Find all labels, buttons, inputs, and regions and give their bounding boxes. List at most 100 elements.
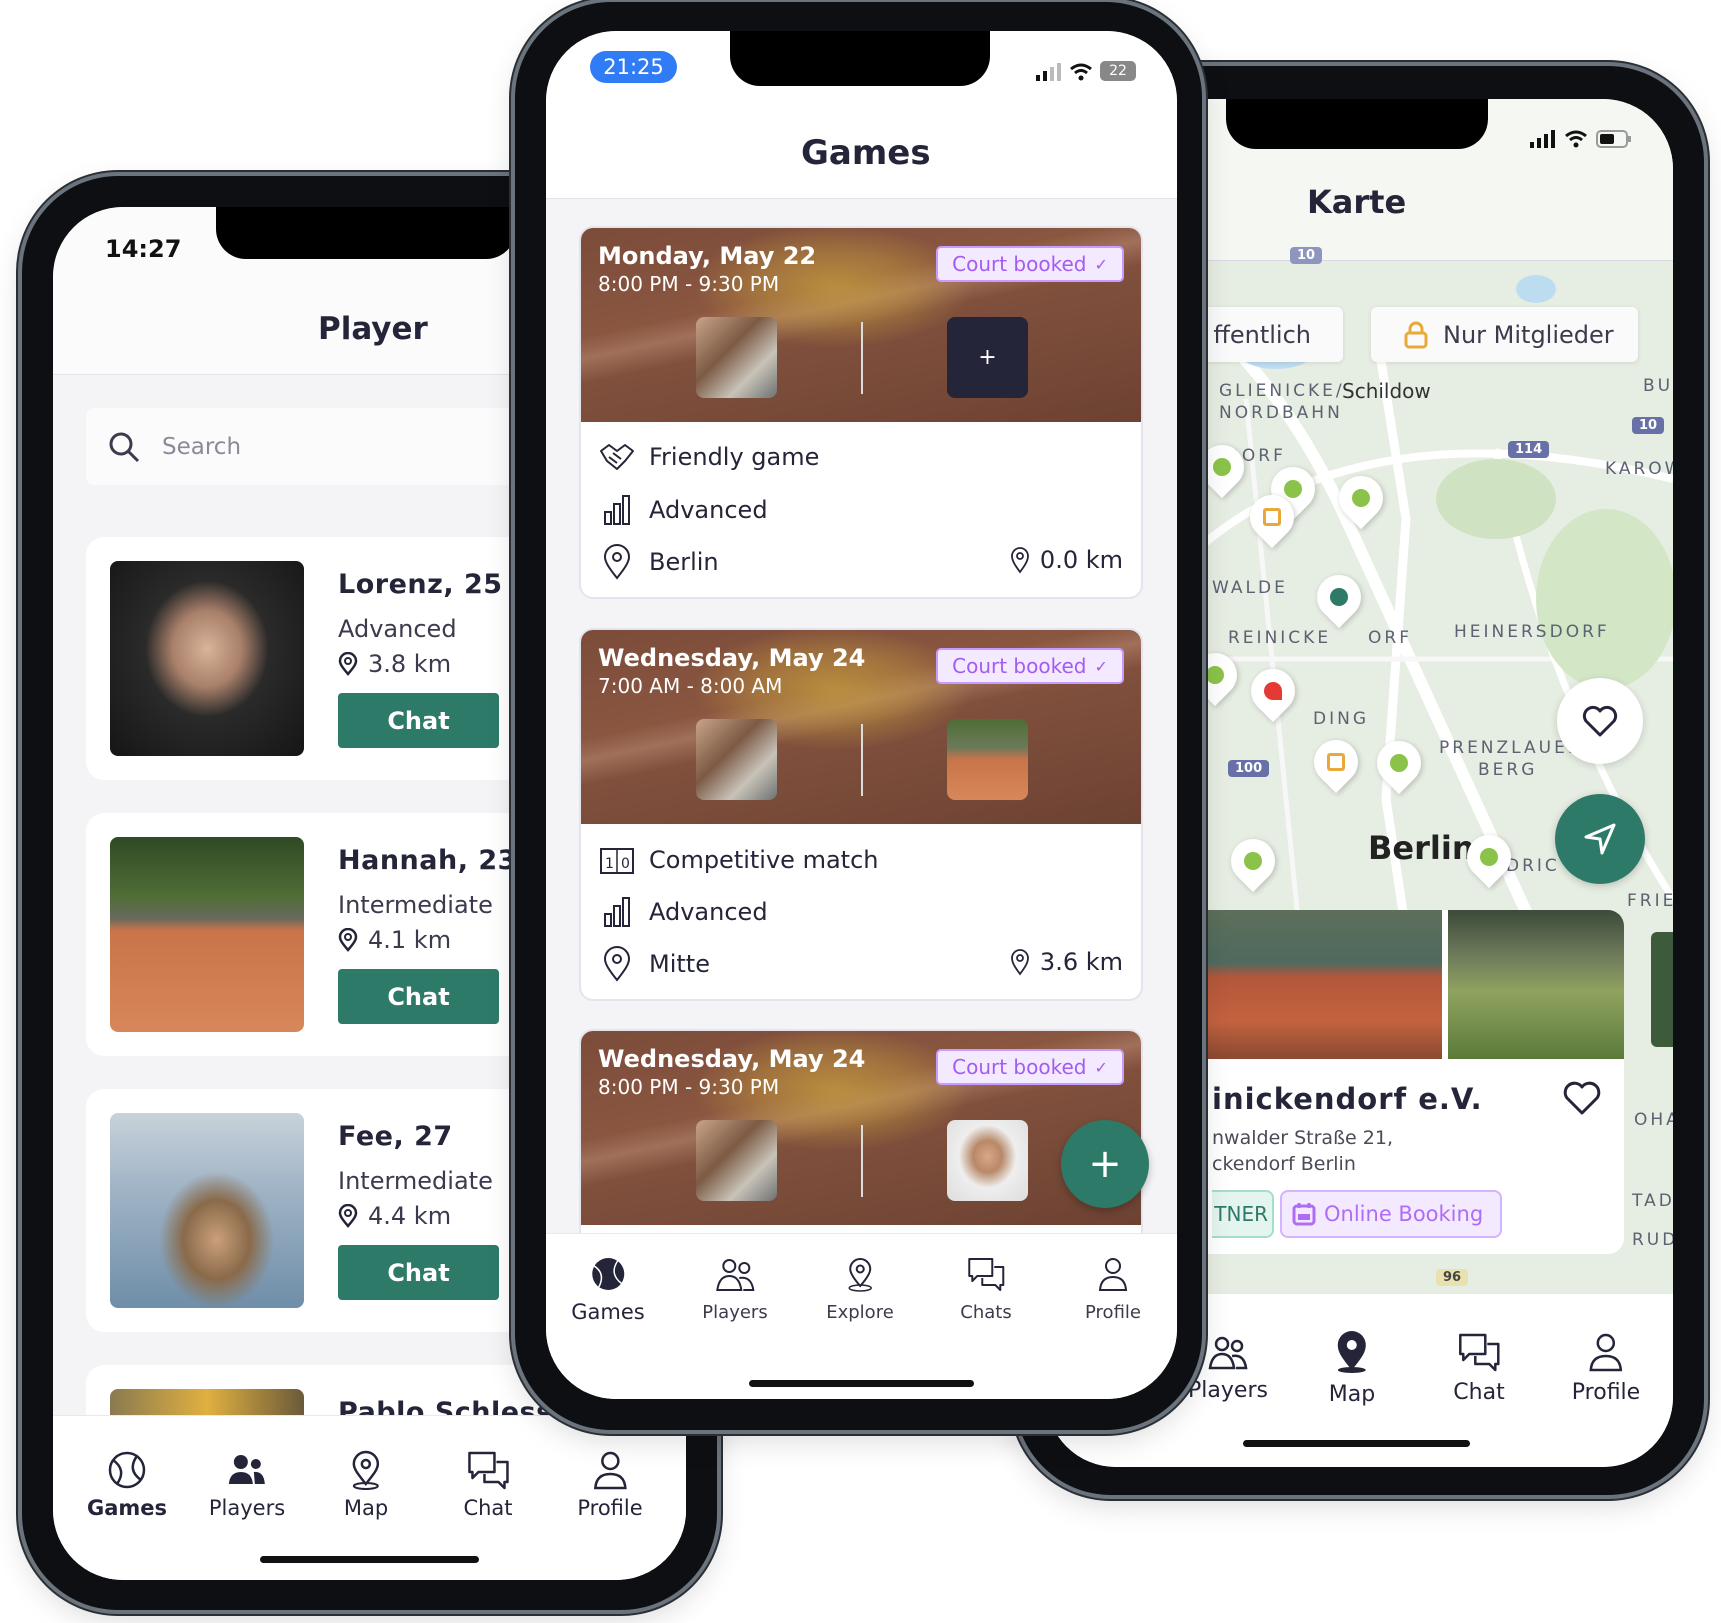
game-card-banner: Monday, May 22 8:00 PM - 9:30 PM Court b… [581, 228, 1141, 422]
player-avatar[interactable] [696, 1120, 777, 1201]
tab-label: Chat [1453, 1380, 1505, 1405]
tab-label: Chat [463, 1496, 513, 1520]
chat-button[interactable]: Chat [338, 693, 499, 748]
game-type: Friendly game [649, 443, 820, 471]
game-date: Monday, May 22 [598, 242, 817, 270]
tab-games[interactable]: Games [571, 1256, 645, 1324]
court-booked-badge: Court booked ✓ [936, 1049, 1124, 1085]
tab-label: Map [343, 1496, 389, 1520]
notch [216, 207, 516, 259]
map-title: Karte [1307, 183, 1407, 221]
user-icon [1589, 1333, 1623, 1372]
game-card[interactable]: Monday, May 22 8:00 PM - 9:30 PM Court b… [579, 226, 1143, 599]
tab-label: Games [571, 1300, 645, 1324]
heart-icon [1563, 1081, 1601, 1115]
club-photo-grass-court [1448, 910, 1624, 1059]
locate-me-button[interactable] [1555, 794, 1645, 884]
distance-value: 4.4 km [368, 1202, 452, 1230]
player-distance: 4.4 km [338, 1202, 451, 1230]
tab-label: Games [86, 1496, 168, 1520]
game-location: Mitte [649, 950, 710, 978]
tab-map[interactable]: Map [1329, 1330, 1375, 1407]
location-pin-icon [1011, 949, 1029, 976]
tab-chat[interactable]: Chat [1453, 1332, 1505, 1405]
badge-label: Court booked [952, 654, 1087, 678]
tab-label: Chats [960, 1302, 1012, 1323]
location-pin-icon [338, 928, 358, 952]
game-card-banner: Wednesday, May 24 7:00 AM - 8:00 AM Cour… [581, 630, 1141, 824]
player-avatar[interactable] [947, 719, 1028, 800]
distance-value: 3.6 km [1039, 948, 1123, 976]
tab-profile[interactable]: Profile [577, 1450, 643, 1520]
chat-icon [1458, 1333, 1500, 1372]
status-time: 14:27 [105, 235, 182, 263]
map-label-berlin: Berlin [1368, 829, 1475, 867]
location-pin-icon [338, 1204, 358, 1228]
player-name: Fee, 27 [338, 1121, 453, 1152]
tab-profile[interactable]: Profile [1085, 1256, 1141, 1323]
level-bars-icon [604, 495, 630, 525]
status-bar-icons: 22 [1036, 61, 1136, 81]
location-pin-icon [603, 946, 631, 982]
player-avatar[interactable] [696, 317, 777, 398]
map-label: REINICKE [1228, 628, 1332, 648]
page-title: Player [318, 311, 428, 347]
game-date: Wednesday, May 24 [598, 1045, 866, 1073]
favorite-icon[interactable] [1562, 1080, 1602, 1120]
game-type-row: 1 0 Competitive match [599, 845, 878, 875]
location-pin-icon [1011, 547, 1029, 574]
player-avatar[interactable] [947, 1120, 1028, 1201]
chat-button[interactable]: Chat [338, 1245, 499, 1300]
partner-tag: TNER [1212, 1190, 1274, 1238]
game-type: Competitive match [649, 846, 879, 874]
player-photo [110, 837, 304, 1032]
join-slot-button[interactable]: + [947, 317, 1028, 398]
scoreboard-icon: 10 [600, 848, 634, 874]
svg-text:1: 1 [605, 856, 614, 872]
battery-icon [1596, 130, 1631, 148]
game-location: Berlin [649, 548, 719, 576]
location-pin-icon [603, 544, 631, 580]
court-booked-badge: Court booked ✓ [936, 648, 1124, 684]
game-time: 8:00 PM - 9:30 PM [598, 1075, 780, 1099]
tab-chats[interactable]: Chats [960, 1256, 1012, 1323]
distance-value: 0.0 km [1039, 546, 1123, 574]
tab-label: Profile [1571, 1380, 1641, 1405]
game-date: Wednesday, May 24 [598, 644, 866, 672]
favorite-filter-button[interactable] [1557, 678, 1643, 764]
users-icon [1208, 1336, 1248, 1370]
player-avatar[interactable] [696, 719, 777, 800]
green-dot-icon [1390, 754, 1408, 772]
lock-icon [1404, 321, 1428, 348]
map-label: WALDE [1212, 578, 1288, 598]
game-time: 7:00 AM - 8:00 AM [598, 674, 783, 698]
tab-label: Players [702, 1302, 768, 1323]
next-club-card-peek[interactable] [1651, 932, 1673, 1047]
tab-profile[interactable]: Profile [1572, 1332, 1640, 1405]
player-photo [110, 561, 304, 756]
distance-value: 4.1 km [368, 926, 452, 954]
map-label: GLIENICKE/ [1219, 381, 1345, 401]
game-type-row: Friendly game [599, 443, 819, 471]
create-game-fab[interactable]: + [1061, 1120, 1149, 1208]
search-icon [109, 432, 140, 462]
tab-map[interactable]: Map [344, 1450, 388, 1520]
game-card[interactable]: Wednesday, May 24 7:00 AM - 8:00 AM Cour… [579, 628, 1143, 1001]
lock-icon [1327, 753, 1345, 771]
tab-games[interactable]: Games [87, 1450, 167, 1520]
tab-players[interactable]: Players [209, 1450, 285, 1520]
tab-explore[interactable]: Explore [826, 1256, 894, 1323]
player-name: Hannah, 23 [338, 845, 517, 876]
tab-label: Players [1188, 1378, 1268, 1403]
map-label: Schildow [1342, 379, 1431, 403]
partner-tag-label: TNER [1214, 1202, 1268, 1226]
tab-chat[interactable]: Chat [463, 1450, 513, 1520]
filter-chip-members-only[interactable]: Nur Mitglieder [1371, 307, 1638, 362]
game-level: Advanced [649, 898, 768, 926]
court-booked-badge: Court booked ✓ [936, 246, 1124, 282]
club-address-line1: nwalder Straße 21, [1212, 1127, 1393, 1149]
chat-button[interactable]: Chat [338, 969, 499, 1024]
online-booking-tag[interactable]: Online Booking [1280, 1190, 1502, 1238]
tab-players[interactable]: Players [702, 1256, 768, 1323]
svg-text:0: 0 [621, 856, 630, 872]
